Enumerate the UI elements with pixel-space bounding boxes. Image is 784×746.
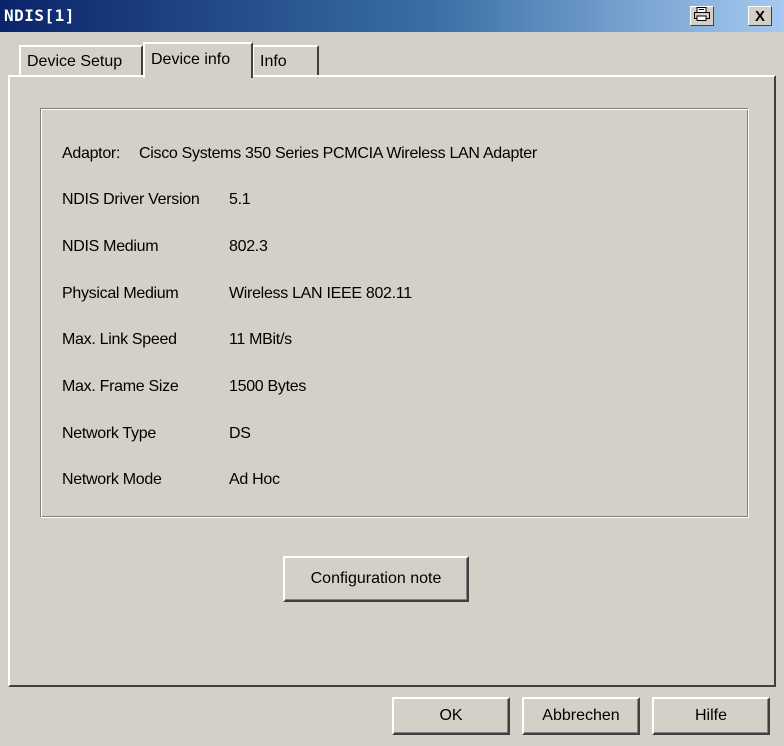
adaptor-value: Cisco Systems 350 Series PCMCIA Wireless… xyxy=(139,145,537,162)
tab-device-setup[interactable]: Device Setup xyxy=(19,45,143,76)
help-button[interactable]: Hilfe xyxy=(652,697,770,735)
cancel-label: Abbrechen xyxy=(542,707,620,724)
ok-label: OK xyxy=(439,707,463,724)
adaptor-label: Adaptor: xyxy=(62,145,121,162)
network-type-label: Network Type xyxy=(62,425,156,442)
ndis-medium-value: 802.3 xyxy=(229,238,268,255)
tab-device-info[interactable]: Device info xyxy=(143,42,253,78)
driver-version-value: 5.1 xyxy=(229,191,251,208)
physical-medium-value: Wireless LAN IEEE 802.11 xyxy=(229,285,412,302)
active-tab-joiner xyxy=(145,74,251,78)
link-speed-label: Max. Link Speed xyxy=(62,331,177,348)
frame-size-label: Max. Frame Size xyxy=(62,378,179,395)
ok-button[interactable]: OK xyxy=(392,697,510,735)
link-speed-value: 11 MBit/s xyxy=(229,331,292,348)
title-bar: NDIS[1] X xyxy=(0,0,784,32)
tab-info[interactable]: Info xyxy=(253,45,319,76)
help-label: Hilfe xyxy=(694,707,727,724)
driver-version-label: NDIS Driver Version xyxy=(62,191,200,208)
physical-medium-label: Physical Medium xyxy=(62,285,179,302)
cancel-button[interactable]: Abbrechen xyxy=(522,697,640,735)
configuration-note-button[interactable]: Configuration note xyxy=(283,556,469,602)
frame-size-value: 1500 Bytes xyxy=(229,378,307,395)
network-mode-value: Ad Hoc xyxy=(229,471,280,488)
network-mode-label: Network Mode xyxy=(62,471,162,488)
device-info-group xyxy=(40,108,749,518)
network-type-value: DS xyxy=(229,425,251,442)
ndis-medium-label: NDIS Medium xyxy=(62,238,159,255)
configuration-note-label: Configuration note xyxy=(310,570,442,587)
close-button[interactable]: X xyxy=(748,6,772,26)
window-title: NDIS[1] xyxy=(4,6,75,25)
tab-label: Device info xyxy=(151,51,231,68)
tab-label: Device Setup xyxy=(27,53,123,70)
printer-icon xyxy=(694,6,710,26)
print-button[interactable] xyxy=(690,6,714,26)
tab-label: Info xyxy=(260,53,287,70)
close-icon: X xyxy=(754,7,765,25)
